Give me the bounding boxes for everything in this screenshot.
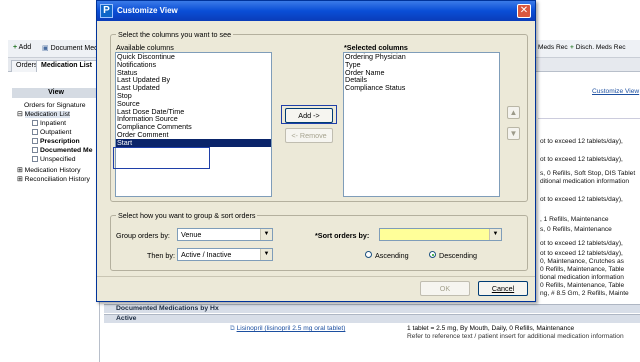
close-icon: ✕ bbox=[519, 5, 529, 16]
arrow-down-icon: ▼ bbox=[509, 129, 518, 138]
order-row-detail: tional medication information bbox=[540, 274, 624, 281]
checkbox-icon bbox=[32, 120, 38, 127]
then-by-label: Then by: bbox=[147, 251, 175, 260]
then-by-select[interactable]: Active / Inactive ▼ bbox=[177, 248, 273, 261]
group-sort-group: Select how you want to group & sort orde… bbox=[110, 211, 528, 271]
sort-orders-select[interactable]: ▼ bbox=[379, 228, 502, 241]
descending-radio[interactable] bbox=[429, 251, 436, 258]
expand-icon: ⊞ bbox=[17, 176, 23, 183]
tree-medication-list[interactable]: ⊟ Medication List bbox=[17, 111, 70, 119]
tree-medication-history[interactable]: ⊞ Medication History bbox=[17, 167, 81, 175]
highlight-box bbox=[113, 147, 210, 169]
order-row-detail: 0 Refills, Maintenance, Table bbox=[540, 282, 625, 289]
chevron-down-icon: ▼ bbox=[489, 229, 501, 240]
med-row-detail: 1 tablet = 2.5 mg, By Mouth, Daily, 0 Re… bbox=[407, 325, 575, 332]
selected-column-item[interactable]: Order Name bbox=[344, 68, 499, 77]
move-up-button[interactable]: ▲ bbox=[507, 106, 520, 119]
selected-column-item[interactable]: Compliance Status bbox=[344, 84, 499, 92]
checkbox-icon bbox=[32, 147, 38, 154]
add-button[interactable]: + Add bbox=[13, 44, 31, 51]
documented-meds-section[interactable]: Documented Medications by Hx bbox=[104, 304, 640, 313]
checkbox-icon bbox=[32, 129, 38, 136]
remove-column-button[interactable]: <- Remove bbox=[285, 128, 333, 143]
arrow-up-icon: ▲ bbox=[509, 108, 518, 117]
chevron-down-icon: ▼ bbox=[260, 229, 272, 240]
plus-icon: + bbox=[570, 44, 574, 51]
collapse-icon: ⊟ bbox=[17, 111, 23, 118]
tree-orders-for-signature[interactable]: Orders for Signature bbox=[24, 102, 86, 110]
expand-icon: ⊞ bbox=[17, 167, 23, 174]
order-row-detail: ot to exceed 12 tablets/day), bbox=[540, 250, 623, 257]
group-orders-select[interactable]: Venue ▼ bbox=[177, 228, 273, 241]
ok-button[interactable]: OK bbox=[420, 281, 470, 296]
tree-prescription[interactable]: Prescription bbox=[32, 138, 80, 146]
checkbox-icon bbox=[32, 156, 38, 163]
descending-label: Descending bbox=[439, 251, 477, 260]
columns-group-label: Select the columns you want to see bbox=[116, 30, 234, 39]
available-column-item-selected[interactable]: Start bbox=[116, 138, 271, 147]
dialog-title: Customize View bbox=[117, 6, 178, 15]
order-row-detail: , 1 Refills, Maintenance bbox=[540, 216, 609, 223]
chevron-down-icon: ▼ bbox=[260, 249, 272, 260]
ascending-label: Ascending bbox=[375, 251, 409, 260]
document-icon: ▣ bbox=[42, 45, 49, 52]
tree-documented-meds[interactable]: Documented Me bbox=[32, 147, 93, 155]
order-row-detail: ot to exceed 12 tablets/day), bbox=[540, 240, 623, 247]
tab-medication-list[interactable]: Medication List bbox=[36, 60, 97, 72]
order-row-detail: ot to exceed 12 tablets/day), bbox=[540, 196, 623, 203]
ascending-radio[interactable] bbox=[365, 251, 372, 258]
order-row-detail: ot to exceed 12 tablets/day), bbox=[540, 138, 623, 145]
move-down-button[interactable]: ▼ bbox=[507, 127, 520, 140]
order-row-detail: s, 0 Refills, Soft Stop, DIS Tablet bbox=[540, 170, 636, 177]
add-icon: + bbox=[13, 44, 18, 51]
close-button[interactable]: ✕ bbox=[517, 4, 531, 18]
disch-meds-rec-button[interactable]: + Disch. Meds Rec bbox=[570, 44, 626, 51]
customize-view-link[interactable]: Customize View bbox=[592, 88, 639, 95]
group-sort-label: Select how you want to group & sort orde… bbox=[116, 211, 258, 220]
customize-view-dialog: Customize View P ✕ Select the columns yo… bbox=[96, 0, 536, 302]
selected-columns-list[interactable]: Ordering Physician Type Order Name Detai… bbox=[343, 52, 500, 197]
selected-columns-label: *Selected columns bbox=[344, 43, 408, 52]
pill-icon: ⧉ bbox=[230, 325, 235, 332]
med-row-note: Refer to reference text / patient insert… bbox=[407, 333, 624, 340]
meds-rec-button[interactable]: Meds Rec bbox=[538, 44, 568, 51]
dialog-title-bar[interactable]: Customize View bbox=[97, 1, 535, 21]
sort-orders-label: *Sort orders by: bbox=[315, 231, 370, 240]
available-column-item[interactable]: Last Updated bbox=[116, 84, 271, 92]
checkbox-icon bbox=[32, 138, 38, 145]
order-row-detail: 0 Refills, Maintenance, Table bbox=[540, 266, 625, 273]
med-row-name[interactable]: ⧉ Lisinopril (lisinopril 2.5 mg oral tab… bbox=[230, 325, 345, 333]
order-row-detail: ng, # 8.5 Gm, 2 Refills, Mainte bbox=[540, 290, 629, 297]
selected-column-item[interactable]: Ordering Physician bbox=[344, 53, 499, 61]
app-logo-icon: P bbox=[100, 4, 113, 18]
available-columns-label: Available columns bbox=[116, 43, 174, 52]
tree-unspecified[interactable]: Unspecified bbox=[32, 156, 76, 164]
add-column-button[interactable]: Add -> bbox=[285, 108, 333, 123]
cancel-button[interactable]: Cancel bbox=[478, 281, 528, 296]
tree-inpatient[interactable]: Inpatient bbox=[32, 120, 66, 128]
tree-outpatient[interactable]: Outpatient bbox=[32, 129, 71, 137]
active-section[interactable]: Active bbox=[104, 314, 640, 323]
available-columns-list[interactable]: Quick Discontinue Notifications Status L… bbox=[115, 52, 272, 197]
group-orders-label: Group orders by: bbox=[116, 231, 170, 240]
available-column-item[interactable]: Order Comment bbox=[116, 131, 271, 139]
tree-reconciliation-history[interactable]: ⊞ Reconciliation History bbox=[17, 176, 90, 184]
available-column-item[interactable]: Notifications bbox=[116, 60, 271, 69]
order-row-detail: s, 0 Refills, Maintenance bbox=[540, 226, 612, 233]
order-row-detail: 0, Maintenance, Crutches as bbox=[540, 258, 624, 265]
footer-divider bbox=[97, 276, 535, 277]
view-header: View bbox=[12, 88, 100, 98]
order-row-detail: ot to exceed 12 tablets/day), bbox=[540, 156, 623, 163]
document-medication-button[interactable]: ▣ Document Medi bbox=[42, 44, 100, 52]
order-row-detail: ditional medication information bbox=[540, 178, 630, 185]
